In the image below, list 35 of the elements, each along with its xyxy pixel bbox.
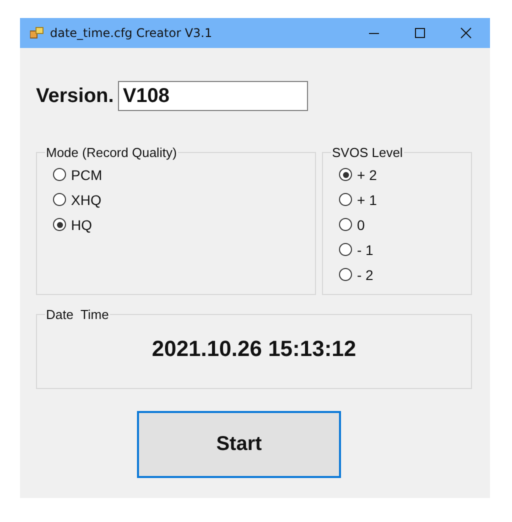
option-label: PCM: [71, 166, 102, 182]
radio-button[interactable]: [53, 168, 66, 181]
radio-option[interactable]: - 2: [339, 262, 463, 287]
radio-option[interactable]: XHQ: [53, 187, 307, 212]
version-label: Version.: [36, 84, 114, 108]
start-button[interactable]: Start: [137, 411, 341, 478]
radio-button[interactable]: [53, 218, 66, 231]
option-label: 0: [357, 216, 365, 232]
radio-button[interactable]: [339, 168, 352, 181]
option-label: + 2: [357, 166, 377, 182]
option-label: - 2: [357, 266, 374, 282]
radio-option[interactable]: + 1: [339, 187, 463, 212]
option-label: - 1: [357, 242, 374, 258]
radio-option[interactable]: PCM: [53, 162, 307, 187]
app-icon: [30, 27, 44, 39]
group-title: SVOS Level: [331, 145, 404, 160]
group-title: Mode (Record Quality): [45, 145, 178, 160]
maximize-icon[interactable]: [414, 27, 426, 39]
radio-option[interactable]: - 1: [339, 237, 463, 262]
date-time-value: 2021.10.26 15:13:12: [150, 336, 358, 362]
radio-button[interactable]: [339, 218, 352, 231]
close-icon[interactable]: [460, 27, 472, 39]
version-field[interactable]: V108: [118, 81, 308, 111]
radio-button[interactable]: [339, 243, 352, 256]
radio-option[interactable]: 0: [339, 212, 463, 237]
window-title: date_time.cfg Creator V3.1: [50, 26, 212, 40]
radio-button[interactable]: [339, 193, 352, 206]
radio-option[interactable]: HQ: [53, 212, 307, 237]
option-label: XHQ: [71, 192, 102, 208]
radio-option[interactable]: + 2: [339, 162, 463, 187]
group-title: Date Time: [45, 307, 110, 322]
option-label: + 1: [357, 192, 377, 208]
option-label: HQ: [71, 216, 92, 232]
radio-button[interactable]: [339, 268, 352, 281]
radio-button[interactable]: [53, 193, 66, 206]
